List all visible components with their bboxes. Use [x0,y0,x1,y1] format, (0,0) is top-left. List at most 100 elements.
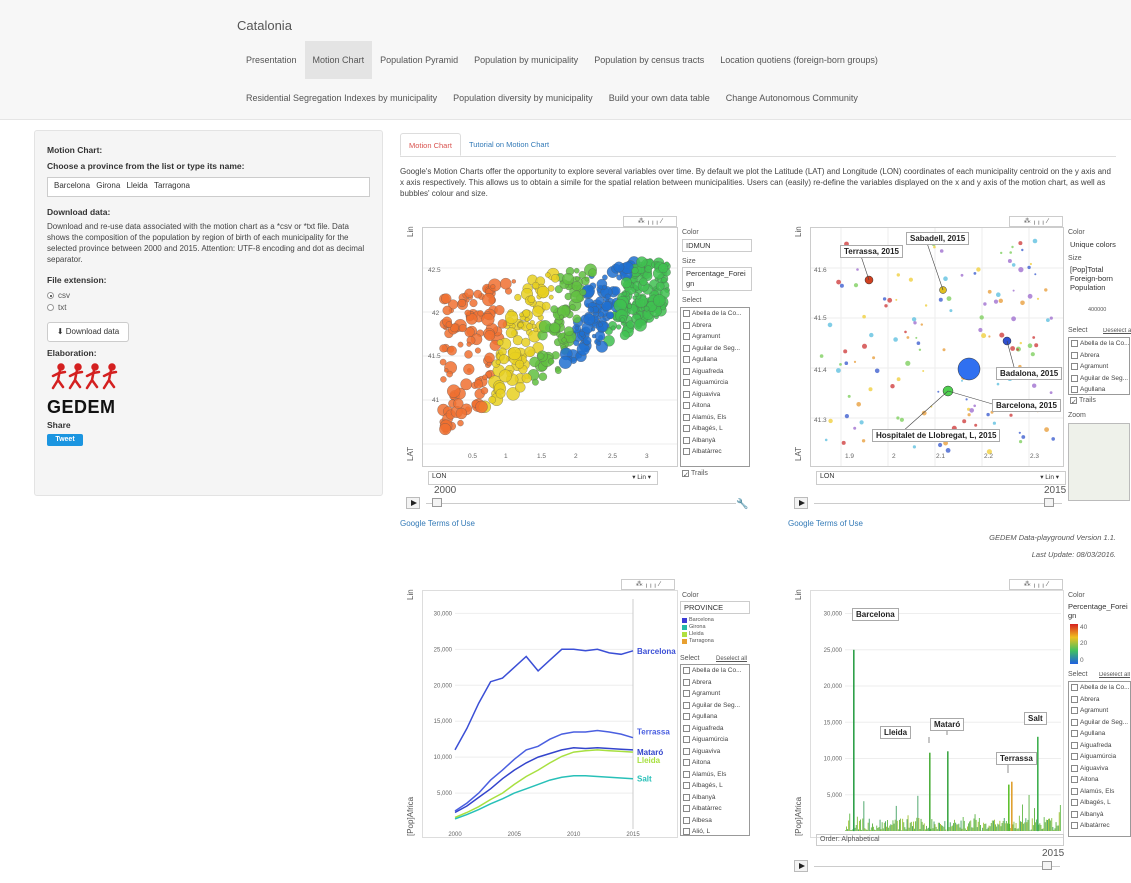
bubble-point[interactable] [458,324,467,333]
bar[interactable] [1013,821,1015,831]
bubble-point[interactable] [1021,248,1024,252]
bubble-point[interactable] [548,294,554,300]
bubble-point[interactable] [887,297,893,303]
list-item[interactable]: Aitona [681,400,749,412]
bar[interactable] [966,829,967,831]
checkbox-icon[interactable] [683,413,690,421]
bubble-point[interactable] [1027,343,1033,348]
bubble-point[interactable] [524,346,536,358]
list-item[interactable]: Aiguaviva [681,746,749,758]
bubble-point[interactable] [856,268,859,271]
play-button[interactable] [794,497,808,509]
bubble-point[interactable] [918,348,922,351]
bar[interactable] [1028,795,1030,831]
bubble-point[interactable] [993,299,999,304]
bubble-point[interactable] [946,296,952,301]
checkbox-icon[interactable] [1071,776,1078,784]
nav-motion-chart[interactable]: Motion Chart [304,41,373,79]
bar[interactable] [1007,823,1008,831]
bar[interactable] [896,820,898,831]
bubble-point[interactable] [1018,267,1024,273]
checkbox-icon[interactable] [683,436,690,444]
bubble-point[interactable] [986,412,990,417]
bubble-point[interactable] [583,313,596,326]
bubble-point[interactable] [906,336,910,339]
bubble-point[interactable] [904,330,907,334]
nav-population-census-tracts[interactable]: Population by census tracts [586,41,712,79]
bar[interactable] [957,824,959,831]
checkbox-icon[interactable] [1071,718,1078,726]
bubble-point[interactable] [522,309,531,318]
bar[interactable] [854,827,856,831]
checkbox-icon[interactable] [683,690,690,698]
bar[interactable] [996,826,998,831]
bar[interactable] [1032,825,1034,831]
bar[interactable] [977,821,979,831]
list-item[interactable]: Aiguafreda [1069,740,1130,752]
chart3-lin-label[interactable]: Lin [406,589,415,600]
bubble-point[interactable] [571,281,582,291]
bar[interactable] [886,826,887,831]
bar[interactable] [873,826,874,831]
checkbox-icon[interactable] [1071,730,1078,738]
bar[interactable] [936,829,938,831]
bubble-point[interactable] [961,379,963,382]
x-axis-select[interactable]: LON ▾ Lin ▾ [428,471,658,485]
list-item[interactable]: Aitona [1069,774,1130,786]
nav-segregation-indexes[interactable]: Residential Segregation Indexes by munic… [238,79,445,117]
bar[interactable] [883,822,885,831]
list-item[interactable]: Abrera [1069,694,1130,706]
bubble-point[interactable] [574,325,580,331]
bubble-point[interactable] [514,293,522,301]
bubble-point[interactable] [828,418,833,424]
bubble-point[interactable] [862,314,866,319]
bubble-point[interactable] [549,322,561,334]
bubble-point[interactable] [922,370,925,372]
checkbox-icon[interactable] [1071,684,1078,692]
chart-type-switcher[interactable]: ⁂ ╷╷╷ ∕ [1009,216,1063,227]
bar-label[interactable]: Salt [1024,712,1047,725]
bar[interactable] [943,826,945,831]
bubble-point[interactable] [526,323,534,330]
bar[interactable] [929,752,931,831]
tab-tutorial[interactable]: Tutorial on Motion Chart [461,133,557,156]
municipality-list-4[interactable]: Abella de la Co... Abrera Agramunt Aguilar … [1068,681,1131,837]
bar[interactable] [1051,818,1053,831]
list-item[interactable]: Albatàrrec [681,446,749,458]
bubble-point[interactable] [1051,437,1055,441]
bar[interactable] [951,825,953,831]
bubble-point[interactable] [844,361,849,365]
bar[interactable] [905,829,907,831]
color-value-2[interactable]: Unique colors [1070,240,1116,249]
checkbox-icon[interactable] [683,782,690,790]
checkbox-icon[interactable] [1071,787,1078,795]
bubble-point[interactable] [550,305,559,314]
bubble-point[interactable] [1019,440,1023,444]
bar[interactable] [980,825,981,831]
radio-txt[interactable]: txt [47,303,370,312]
bubble-point[interactable] [439,423,452,436]
bar[interactable] [948,827,950,831]
download-data-button[interactable]: ⬇ Download data [47,322,129,342]
bar[interactable] [902,818,904,831]
bubble-point[interactable] [939,249,944,253]
bar[interactable] [892,820,894,831]
bubble-point[interactable] [532,378,539,386]
bubble-point[interactable] [634,291,640,297]
list-item[interactable]: Agramunt [681,688,749,700]
bar[interactable] [1011,781,1013,831]
bar[interactable] [924,829,926,831]
bubble-point[interactable] [969,408,974,413]
bubble-point[interactable] [1049,316,1053,320]
bubble-point[interactable] [862,343,867,349]
bubble-point[interactable] [1018,241,1023,246]
bar[interactable] [974,814,976,831]
bubble-point[interactable] [1009,413,1013,417]
bubble-label[interactable]: Terrassa, 2015 [840,245,904,258]
bubble-point[interactable] [895,298,898,301]
bar[interactable] [940,824,941,831]
checkbox-icon[interactable] [1071,351,1078,359]
chart-type-switcher[interactable]: ⁂ ╷╷╷ ∕ [1009,579,1063,590]
bubble-point[interactable] [537,352,545,360]
bubble-point[interactable] [912,445,916,449]
